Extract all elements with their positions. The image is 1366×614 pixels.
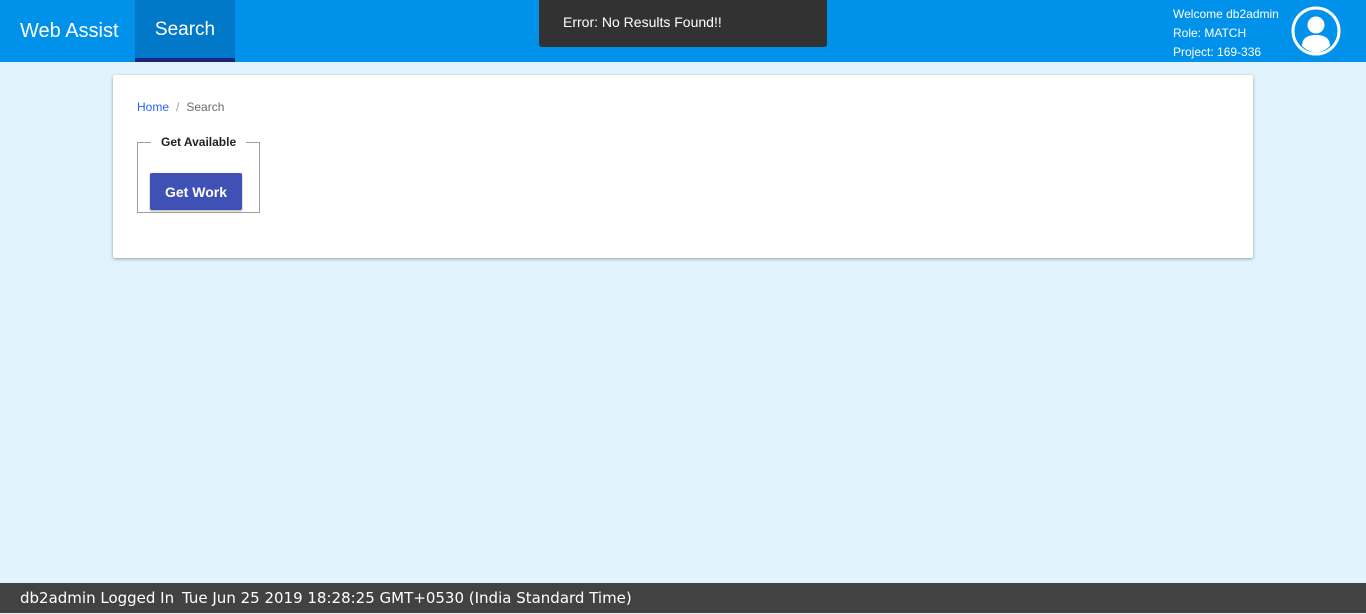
user-info: Welcome db2admin Role: MATCH Project: 16… — [1173, 5, 1279, 62]
session-timestamp: Tue Jun 25 2019 18:28:25 GMT+0530 (India… — [182, 589, 632, 607]
breadcrumb-home-link[interactable]: Home — [137, 100, 169, 114]
breadcrumb-separator: / — [176, 100, 180, 114]
nav-tab-search[interactable]: Search — [135, 0, 235, 62]
welcome-text: Welcome db2admin — [1173, 7, 1279, 21]
get-work-button[interactable]: Get Work — [150, 173, 242, 210]
get-available-legend: Get Available — [161, 135, 237, 149]
search-card: Home / Search Get Available Get Work — [113, 75, 1253, 258]
breadcrumb: Home / Search — [137, 100, 224, 114]
get-available-fieldset: Get Available Get Work — [137, 135, 260, 213]
role-text: Role: MATCH — [1173, 26, 1247, 40]
breadcrumb-current: Search — [186, 100, 225, 114]
error-toast: Error: No Results Found!! — [539, 0, 827, 47]
login-status: db2admin Logged In — [20, 589, 175, 607]
user-avatar-icon[interactable] — [1291, 6, 1341, 56]
project-text: Project: 169-336 — [1173, 45, 1262, 59]
app-brand[interactable]: Web Assist — [20, 0, 119, 62]
top-navigation-bar: Web Assist Search Error: No Results Foun… — [0, 0, 1366, 62]
error-toast-message: Error: No Results Found!! — [563, 14, 722, 30]
status-footer: db2admin Logged In Tue Jun 25 2019 18:28… — [0, 583, 1366, 613]
